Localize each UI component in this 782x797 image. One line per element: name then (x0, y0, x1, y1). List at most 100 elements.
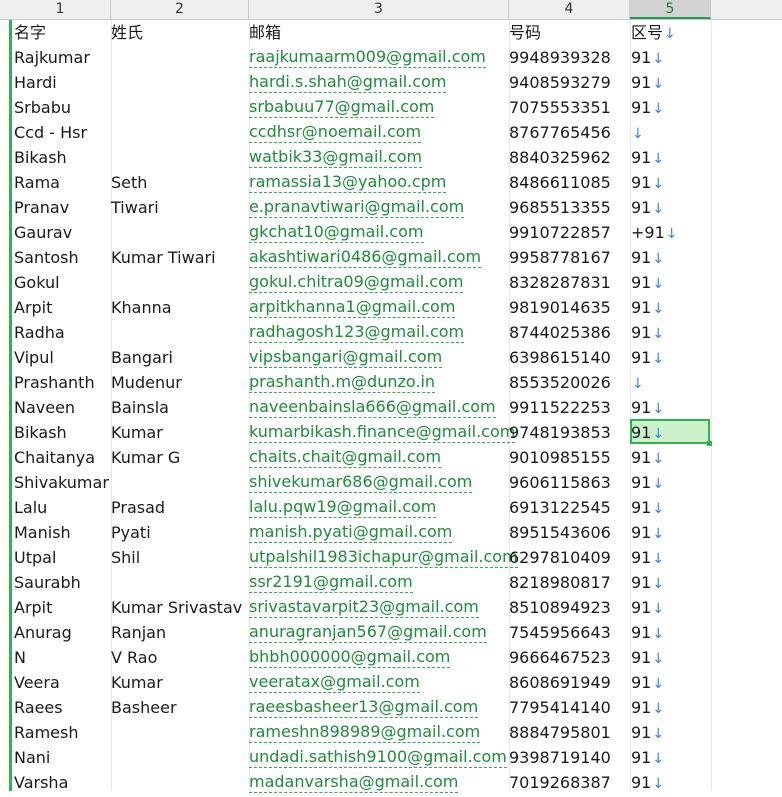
cell-name[interactable]: Chaitanya (14, 445, 95, 470)
cell-surname[interactable]: Khanna (111, 295, 172, 320)
cell-email-link[interactable]: rameshn898989@gmail.com (249, 722, 481, 743)
cell-surname[interactable]: Basheer (111, 695, 177, 720)
cell-name[interactable]: Ramesh (14, 720, 78, 745)
cell-phone[interactable]: 7795414140 (509, 695, 611, 720)
cell-code[interactable]: 91↓ (631, 195, 664, 220)
cell-email-link[interactable]: utpalshil1983ichapur@gmail.com (249, 547, 518, 568)
cell-surname[interactable]: Kumar G (111, 445, 180, 470)
cell-surname[interactable]: Shil (111, 545, 140, 570)
cell-surname[interactable]: Seth (111, 170, 147, 195)
cell-name[interactable]: Anurag (14, 620, 72, 645)
cell-code[interactable]: 91↓ (631, 470, 664, 495)
cell-email-link[interactable]: raajkumaarm009@gmail.com (249, 47, 486, 68)
cell-email-link[interactable]: naveenbainsla666@gmail.com (249, 397, 496, 418)
cell-code[interactable]: 91↓ (631, 570, 664, 595)
cell-phone[interactable]: 9819014635 (509, 295, 611, 320)
cell-name[interactable]: Lalu (14, 495, 47, 520)
header-name[interactable]: 名字 (14, 20, 46, 45)
cell-surname[interactable]: Tiwari (111, 195, 159, 220)
cell-code[interactable]: 91↓ (631, 645, 664, 670)
cell-phone[interactable]: 8744025386 (509, 320, 611, 345)
cell-code[interactable]: +91↓ (631, 220, 678, 245)
cell-email-link[interactable]: vipsbangari@gmail.com (249, 347, 443, 368)
cell-surname[interactable]: Kumar (111, 420, 163, 445)
cell-phone[interactable]: 9948939328 (509, 45, 611, 70)
cell-code[interactable]: ↓ (631, 120, 644, 145)
cell-surname[interactable]: Ranjan (111, 620, 166, 645)
cell-name[interactable]: Ccd - Hsr (14, 120, 87, 145)
cell-name[interactable]: Manish (14, 520, 71, 545)
cell-code[interactable]: 91↓ (631, 320, 664, 345)
cell-phone[interactable]: 6297810409 (509, 545, 611, 570)
cell-phone[interactable]: 9408593279 (509, 70, 611, 95)
cell-phone[interactable]: 8218980817 (509, 570, 611, 595)
column-header-2[interactable]: 2 (111, 0, 249, 19)
cell-name[interactable]: Gokul (14, 270, 60, 295)
cell-phone[interactable]: 8951543606 (509, 520, 611, 545)
cell-code[interactable]: 91↓ (631, 770, 664, 795)
cell-code[interactable]: 91↓ (631, 145, 664, 170)
cell-email-link[interactable]: radhagosh123@gmail.com (249, 322, 465, 343)
cell-code[interactable]: 91↓ (631, 395, 664, 420)
cell-phone[interactable]: 9911522253 (509, 395, 611, 420)
cell-email-link[interactable]: ssr2191@gmail.com (249, 572, 413, 593)
cell-name[interactable]: Rajkumar (14, 45, 90, 70)
cell-email-link[interactable]: arpitkhanna1@gmail.com (249, 297, 456, 318)
column-header-4[interactable]: 4 (509, 0, 630, 19)
cell-surname[interactable]: Kumar Tiwari (111, 245, 216, 270)
cell-email-link[interactable]: lalu.pqw19@gmail.com (249, 497, 437, 518)
cell-name[interactable]: Radha (14, 320, 65, 345)
cell-surname[interactable]: Kumar Srivastav (111, 595, 242, 620)
cell-code[interactable]: 91↓ (631, 620, 664, 645)
cell-name[interactable]: Hardi (14, 70, 57, 95)
cell-code[interactable]: 91↓ (631, 720, 664, 745)
cell-code[interactable]: 91↓ (631, 170, 664, 195)
cell-phone[interactable]: 7075553351 (509, 95, 611, 120)
cell-name[interactable]: Pranav (14, 195, 69, 220)
cell-phone[interactable]: 6398615140 (509, 345, 611, 370)
cell-email-link[interactable]: kumarbikash.finance@gmail.com (249, 422, 516, 443)
cell-code[interactable]: 91↓ (631, 745, 664, 770)
cell-phone[interactable]: 9910722857 (509, 220, 611, 245)
cell-name[interactable]: Varsha (14, 770, 68, 795)
cell-email-link[interactable]: hardi.s.shah@gmail.com (249, 72, 447, 93)
cell-email-link[interactable]: prashanth.m@dunzo.in (249, 372, 436, 393)
cell-code[interactable]: 91↓ (631, 695, 664, 720)
cell-email-link[interactable]: anuragranjan567@gmail.com (249, 622, 487, 643)
cell-phone[interactable]: 8767765456 (509, 120, 611, 145)
cell-surname[interactable]: Pyati (111, 520, 151, 545)
header-surname[interactable]: 姓氏 (111, 20, 143, 45)
cell-name[interactable]: Gaurav (14, 220, 72, 245)
cell-name[interactable]: Arpit (14, 595, 52, 620)
cell-email-link[interactable]: chaits.chait@gmail.com (249, 447, 442, 468)
cell-surname[interactable]: V Rao (111, 645, 157, 670)
column-header-3[interactable]: 3 (249, 0, 509, 19)
cell-code[interactable]: 91↓ (631, 595, 664, 620)
cell-email-link[interactable]: raeesbasheer13@gmail.com (249, 697, 479, 718)
cell-name[interactable]: Naveen (14, 395, 75, 420)
cell-name[interactable]: Utpal (14, 545, 56, 570)
header-email[interactable]: 邮箱 (249, 20, 281, 45)
cell-name[interactable]: Bikash (14, 420, 67, 445)
cell-code[interactable]: 91↓ (631, 245, 664, 270)
cell-phone[interactable]: 9958778167 (509, 245, 611, 270)
header-phone[interactable]: 号码 (509, 20, 541, 45)
cell-name[interactable]: Bikash (14, 145, 67, 170)
cell-phone[interactable]: 8608691949 (509, 670, 611, 695)
cell-phone[interactable]: 9685513355 (509, 195, 611, 220)
cell-name[interactable]: Rama (14, 170, 60, 195)
cell-phone[interactable]: 8486611085 (509, 170, 611, 195)
cell-name[interactable]: Veera (14, 670, 60, 695)
cell-code[interactable]: 91↓ (631, 545, 664, 570)
cell-code[interactable]: 91↓ (631, 70, 664, 95)
cell-name[interactable]: Prashanth (14, 370, 95, 395)
cell-code[interactable]: 91↓ (631, 445, 664, 470)
cell-email-link[interactable]: akashtiwari0486@gmail.com (249, 247, 482, 268)
cell-surname[interactable]: Mudenur (111, 370, 182, 395)
cell-phone[interactable]: 8884795801 (509, 720, 611, 745)
cell-name[interactable]: Santosh (14, 245, 79, 270)
cell-phone[interactable]: 9010985155 (509, 445, 611, 470)
cell-phone[interactable]: 6913122545 (509, 495, 611, 520)
cell-phone[interactable]: 8553520026 (509, 370, 611, 395)
cell-code[interactable]: 91↓ (631, 270, 664, 295)
